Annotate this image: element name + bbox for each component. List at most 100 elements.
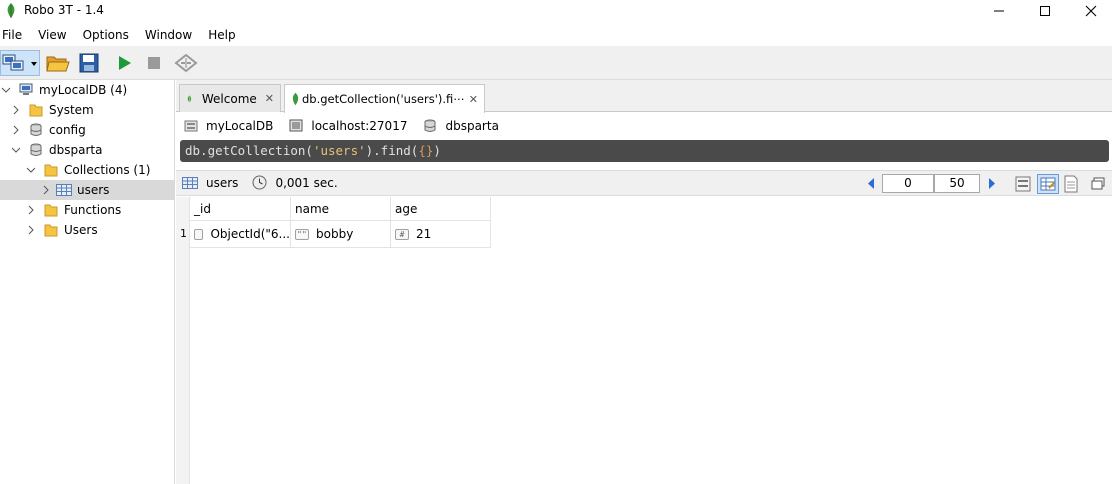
menu-file[interactable]: File [0,26,30,44]
connect-button[interactable] [0,50,40,76]
skip-input[interactable]: 0 [882,174,934,193]
row-number-column [176,197,190,484]
maximize-icon [1040,6,1050,16]
close-icon [1085,5,1097,17]
tab-query[interactable]: db.getCollection('users').fi⋯ ✕ [284,84,485,113]
results-time: 0,001 sec. [275,175,338,190]
table-icon [182,176,198,189]
arrow-left-icon [868,178,874,189]
tab-close-icon[interactable]: ✕ [265,92,274,105]
open-button[interactable] [45,50,71,76]
stop-icon [148,57,160,69]
tab-close-icon[interactable]: ✕ [469,93,478,106]
query-editor[interactable]: db.getCollection('users').find({}) [180,140,1109,162]
stop-button[interactable] [142,50,166,76]
string-type-icon: "" [295,228,309,240]
query-string: 'users' [312,143,366,158]
chevron-right-icon[interactable] [25,224,37,236]
table-view-button[interactable] [1037,174,1059,194]
maximize-button[interactable] [1022,0,1068,22]
server-icon [184,120,198,132]
folder-open-icon [46,56,70,72]
chevron-down-icon[interactable] [25,164,37,176]
object-type-icon [194,228,204,240]
limit-input[interactable]: 50 [934,174,980,193]
menu-help[interactable]: Help [206,26,243,44]
save-floppy-icon [79,53,99,73]
column-header-age[interactable]: age [391,197,491,221]
chevron-right-icon[interactable] [40,184,52,196]
tree-item-functions[interactable]: Functions [0,200,175,220]
menu-options[interactable]: Options [81,26,137,44]
query-part: ).find( [365,143,419,158]
tree-item-system[interactable]: System [0,100,175,120]
tree-item-label: System [49,103,94,117]
row-number: 1 [180,227,187,240]
table-cell-name[interactable]: "" bobby [291,221,391,248]
tab-label: Welcome [201,91,257,106]
window-title: Robo 3T - 1.4 [24,3,104,17]
conn-server: myLocalDB [184,119,273,133]
folder-icon [43,202,59,218]
execute-button[interactable] [112,50,136,76]
tree-item-collections[interactable]: Collections (1) [0,160,175,180]
cell-value: ObjectId("6... [210,227,290,241]
connection-info: myLocalDB localhost:27017 dbsparta [176,114,1112,138]
next-page-button[interactable] [987,177,997,193]
clock-icon [252,175,267,190]
play-icon [119,56,131,70]
arrow-right-icon [989,178,995,189]
tree-item-label: users [77,183,110,197]
tree-connection[interactable]: myLocalDB (4) [0,80,175,100]
tree-item-label: Users [64,223,98,237]
tree-item-users[interactable]: Users [0,220,175,240]
table-cell-id[interactable]: ObjectId("6... [190,221,291,248]
toolbar [0,46,1112,80]
rotate-arrows-icon [174,53,198,73]
folder-icon [43,222,59,238]
menu-bar: File View Options Window Help [0,26,1112,44]
tree-item-label: Collections (1) [64,163,151,177]
leaf-icon [292,92,299,106]
column-header-id[interactable]: _id [190,197,291,221]
chevron-right-icon[interactable] [25,204,37,216]
maximize-results-button[interactable] [1090,176,1106,195]
monitor-icon [289,119,303,132]
tree-item-dbsparta[interactable]: dbsparta [0,140,175,160]
tree-item-users-collection[interactable]: users [0,180,175,200]
minimize-button[interactable] [976,0,1022,22]
explorer-tree: myLocalDB (4) System config dbsparta Col… [0,80,175,484]
query-part: ) [433,143,441,158]
close-button[interactable] [1068,0,1112,22]
table-cell-age[interactable]: # 21 [391,221,491,248]
text-view-button[interactable] [1062,175,1080,196]
menu-window[interactable]: Window [143,26,200,44]
chevron-down-icon[interactable] [10,144,22,156]
tree-view-button[interactable] [1014,175,1032,196]
database-icon [424,119,436,132]
prev-page-button[interactable] [866,177,876,193]
column-header-name[interactable]: name [291,197,391,221]
conn-db: dbsparta [423,119,499,133]
conn-host: localhost:27017 [289,119,407,133]
results-info: users 0,001 sec. [182,175,338,190]
number-type-icon: # [395,228,409,240]
folder-icon [43,162,59,178]
save-button[interactable] [77,50,101,76]
chevron-right-icon[interactable] [10,104,22,116]
database-icon [28,142,44,158]
tree-item-label: dbsparta [49,143,103,157]
chevron-right-icon[interactable] [10,124,22,136]
conn-db-label: dbsparta [445,119,499,133]
tab-welcome[interactable]: Welcome ✕ [179,84,281,112]
orientation-button[interactable] [172,50,200,76]
connect-computers-icon [2,54,37,71]
tree-item-label: Functions [64,203,122,217]
folder-icon [28,102,44,118]
menu-view[interactable]: View [36,26,74,44]
tree-item-config[interactable]: config [0,120,175,140]
chevron-down-icon[interactable] [0,84,12,96]
query-braces: {} [418,143,434,158]
computer-icon [18,82,34,98]
robo3t-leaf-icon [7,3,15,18]
